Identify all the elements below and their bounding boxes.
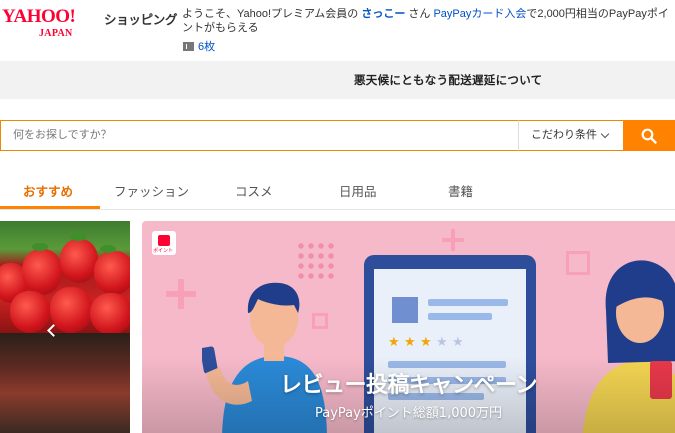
star-icon: ★	[404, 335, 416, 350]
logo-sub-text: JAPAN	[39, 28, 73, 39]
strawberry-leaf	[100, 245, 116, 253]
decor-plus-icon	[166, 279, 196, 309]
carousel-prev-thumbnails[interactable]	[0, 221, 130, 433]
coupon-ticket-icon	[183, 41, 194, 51]
shopping-top-page: YAHOO! JAPAN ショッピング ようこそ、Yahoo!プレミアム会員の …	[0, 0, 675, 433]
strawberry	[22, 249, 62, 295]
coupon-link[interactable]: 6枚	[183, 38, 215, 54]
star-icon: ★	[420, 335, 432, 350]
tshirt-icon	[392, 297, 418, 323]
logo-main-text: YAHOO!	[2, 6, 76, 27]
filter-label: こだわり条件	[531, 129, 597, 141]
delivery-notice-text: 悪天候にともなう配送遅延について	[354, 75, 543, 87]
phone-notch	[432, 261, 468, 269]
category-tabs: おすすめ ファッション コスメ 日用品 書籍	[0, 170, 675, 210]
yahoo-japan-logo[interactable]: YAHOO! JAPAN	[2, 6, 102, 40]
star-icon: ★	[436, 335, 448, 350]
tab-daily-goods[interactable]: 日用品	[339, 181, 377, 200]
welcome-suffix: さん	[408, 8, 431, 20]
filter-dropdown[interactable]: こだわり条件	[518, 120, 624, 151]
tab-fashion[interactable]: ファッション	[114, 181, 189, 200]
header: YAHOO! JAPAN ショッピング ようこそ、Yahoo!プレミアム会員の …	[0, 0, 675, 58]
welcome-message: ようこそ、Yahoo!プレミアム会員の さっこー さん PayPayカード入会で…	[182, 7, 672, 35]
strawberry-image	[0, 221, 130, 335]
decor-plus-icon	[442, 229, 464, 251]
search-input[interactable]: 何をお探しですか？	[0, 120, 519, 151]
strawberry-leaf	[32, 243, 48, 251]
steak-image	[0, 333, 130, 433]
text-line	[428, 313, 492, 320]
strawberry	[10, 291, 50, 333]
star-icon: ★	[388, 335, 400, 350]
active-tab-indicator	[0, 206, 100, 209]
star-icon: ★	[452, 335, 464, 350]
tab-cosmetics[interactable]: コスメ	[235, 181, 273, 200]
user-name-link[interactable]: さっこー	[361, 8, 405, 20]
tab-recommended[interactable]: おすすめ	[23, 181, 73, 200]
banner-subtitle: PayPayポイント総額1,000万円	[314, 406, 503, 421]
banner-title: レビュー投稿キャンペーン	[280, 373, 537, 398]
strawberry	[90, 293, 130, 335]
campaign-banner[interactable]: ★ ★ ★ ★ ★ レビュー投稿キャンペーン PayPayポイント総額1,	[142, 221, 675, 433]
strawberry-leaf	[70, 233, 86, 241]
welcome-prefix: ようこそ、Yahoo!プレミアム会員の	[182, 8, 359, 20]
paypay-point-badge-icon	[152, 231, 176, 255]
text-line	[428, 299, 508, 306]
paypay-card-promo-link[interactable]: PayPayカード入会	[433, 8, 526, 20]
delivery-notice-bar[interactable]: 悪天候にともなう配送遅延について	[0, 61, 675, 99]
search-icon	[641, 128, 657, 144]
strawberry	[60, 239, 98, 283]
service-label[interactable]: ショッピング	[104, 9, 178, 28]
search-bar: 何をお探しですか？ こだわり条件	[0, 120, 675, 151]
strawberry	[94, 251, 130, 295]
search-button[interactable]	[623, 120, 675, 151]
tab-books[interactable]: 書籍	[448, 181, 473, 200]
chevron-down-icon	[600, 129, 610, 139]
coupon-count: 6枚	[198, 41, 216, 53]
